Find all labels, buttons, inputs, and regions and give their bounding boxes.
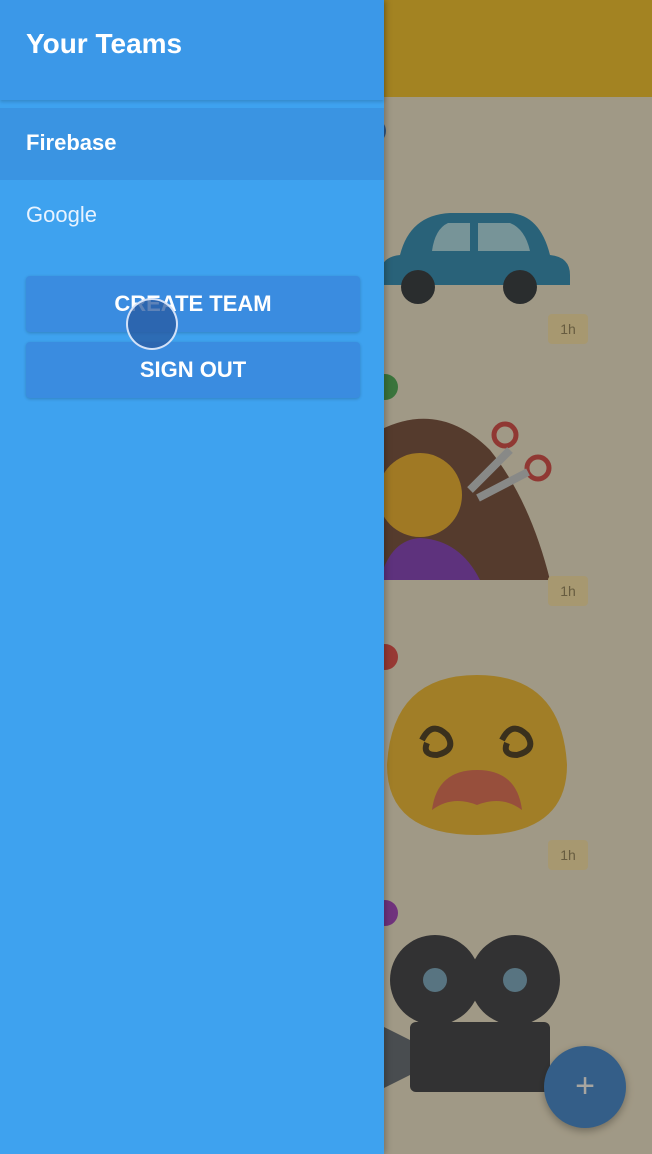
team-item-google[interactable]: Google [0, 180, 384, 252]
sign-out-button[interactable]: SIGN OUT [26, 342, 360, 398]
navigation-drawer: Your Teams Firebase Google CREATE TEAM S… [0, 0, 384, 1154]
team-item-firebase[interactable]: Firebase [0, 108, 384, 180]
team-item-label: Firebase [26, 130, 117, 155]
drawer-header: Your Teams [0, 0, 384, 100]
touch-indicator [126, 298, 178, 350]
create-team-button[interactable]: CREATE TEAM [26, 276, 360, 332]
drawer-title: Your Teams [26, 28, 183, 59]
team-item-label: Google [26, 202, 97, 227]
